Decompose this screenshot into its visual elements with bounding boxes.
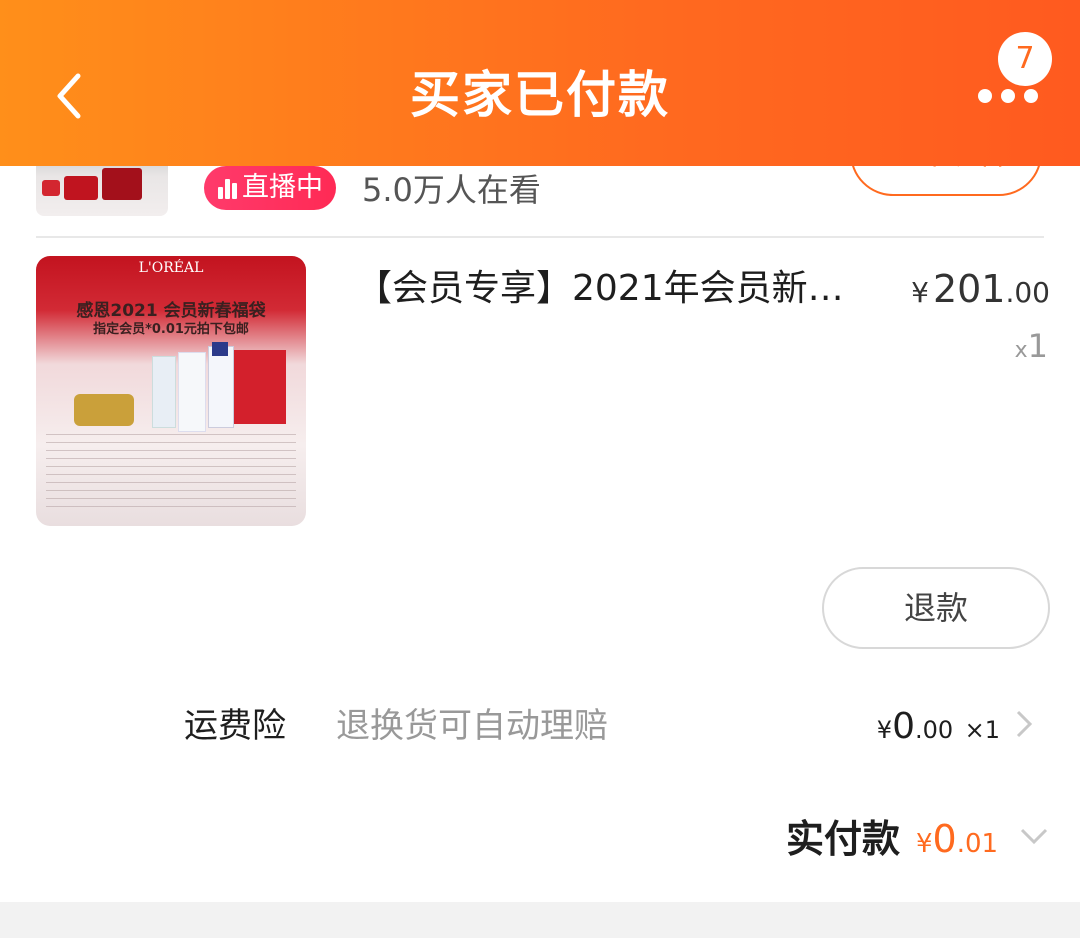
chevron-down-icon[interactable] — [1018, 826, 1050, 848]
product-image-subline: 指定会员*0.01元拍下包邮 — [93, 322, 249, 337]
product-quantity: x1 — [1014, 327, 1048, 365]
footer-background — [0, 902, 1080, 938]
live-status-tag: 直播中 — [204, 166, 336, 210]
top-app-bar: 买家已付款 7 — [0, 0, 1080, 166]
product-title[interactable]: 【会员专享】2021年会员新春福袋 — [356, 264, 856, 314]
page-title: 买家已付款 — [410, 66, 670, 124]
viewer-count: 5.0万人在看 — [362, 171, 541, 209]
product-price: ¥201.00 — [911, 267, 1050, 311]
divider — [36, 236, 1044, 238]
live-bars-icon — [218, 177, 238, 199]
shipping-insurance-price: ¥0.00 ×1 — [876, 706, 1000, 747]
shipping-insurance-desc: 退换货可自动理赔 — [336, 706, 608, 746]
chevron-right-icon[interactable] — [1012, 708, 1036, 740]
total-paid-label: 实付款 — [786, 817, 901, 861]
live-tag-label: 直播中 — [242, 172, 323, 203]
refund-button[interactable]: 退款 — [822, 567, 1050, 649]
shipping-insurance-label: 运费险 — [184, 706, 286, 746]
total-paid-price: ¥0.01 — [916, 817, 999, 861]
message-count-badge: 7 — [998, 32, 1052, 86]
product-image-brand: L'ORÉAL — [138, 260, 204, 276]
product-image[interactable]: L'ORÉAL 感恩2021 会员新春福袋 指定会员*0.01元拍下包邮 — [36, 256, 306, 526]
